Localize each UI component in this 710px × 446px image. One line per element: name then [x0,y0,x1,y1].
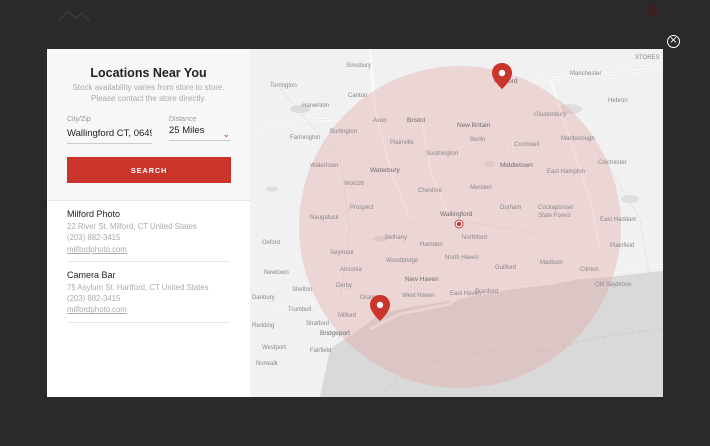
map-label: Burlington [330,129,357,135]
map-label: Glastonbury [534,112,566,118]
distance-label: Distance [169,116,197,123]
map-label: North Haven [445,255,479,261]
store-name[interactable]: Milford Photo [67,209,230,219]
map-label: State Forest [538,213,571,219]
map-label: Naugatuck [310,215,340,221]
distance-select[interactable]: Distance 25 Miles ⌄ [169,116,230,144]
map-label: Bridgeport [320,330,350,337]
map-label: Colchester [598,160,627,166]
map-label: Danbury [252,295,275,301]
map-label: Harwinton [302,103,329,109]
map-label: Bethany [385,235,407,241]
map-label: Westport [262,345,286,351]
map-label: Watertown [310,163,338,169]
map-label: Norwalk [256,361,279,367]
modal-title: Locations Near You [90,66,207,80]
map-label: Branford [475,289,498,295]
map-label: Canton [348,93,367,99]
close-icon[interactable]: × [667,35,680,48]
map-label: Madison [540,260,563,266]
store-phone: (203) 882-3415 [67,294,121,304]
map-label: Fairfield [310,348,331,354]
store-locator-modal: Locations Near You Stock availability va… [47,49,663,397]
current-location-marker [454,219,464,229]
cart-icon [646,5,658,17]
store-website-link[interactable]: milfordphoto.com [67,304,230,315]
map-label: Berlin [470,137,485,143]
map-label: Plainfield [610,243,634,249]
map-label: Hamden [420,242,443,248]
map-label: STORES [635,55,660,61]
search-button[interactable]: SEARCH [67,157,231,183]
map-label: Clinton [580,267,599,273]
list-item[interactable]: Camera Bar 75 Asylum St. Hartford, CT Un… [67,262,230,323]
results-list: Milford Photo 22 River St. Milford, CT U… [47,201,250,323]
map-label: New Britain [457,122,491,129]
map-label: Avon [373,118,387,124]
distance-value[interactable]: 25 Miles [169,123,230,141]
map-label: Waterbury [370,167,400,174]
list-item[interactable]: Milford Photo 22 River St. Milford, CT U… [67,201,230,262]
map-label: Woodbridge [386,258,419,264]
city-input[interactable] [67,126,152,144]
logo-icon [57,9,91,23]
map-label: Middletown [500,162,533,169]
store-phone: (203) 882-3415 [67,233,121,243]
chevron-down-icon[interactable]: ⌄ [222,130,230,140]
modal-subtitle-line2: Please contact the store directly. [90,93,207,103]
map-label: Shelton [292,287,312,293]
map-label: New Haven [405,276,439,283]
map-label: Cromwell [514,142,539,148]
background-nav [0,0,710,30]
map-label: West Haven [402,293,435,299]
store-name[interactable]: Camera Bar [67,270,230,280]
map-label: Stratford [306,321,329,327]
search-form: Locations Near You Stock availability va… [47,49,250,201]
map-label: Wallingford [440,211,473,218]
map-label: Ansonia [340,267,362,273]
map-label: Cockaponset [538,205,573,211]
map-label: Newtown [264,270,289,276]
map-label: Plainville [390,140,414,146]
map-label: Seymour [330,250,354,256]
map-label: Durham [500,205,521,211]
map-label: Old Saybrook [595,282,632,288]
map-label: Wolcott [344,181,364,187]
map-label: Derby [336,283,352,289]
map-view[interactable]: Simsbury Torrington Harwinton Canton Avo… [250,49,663,397]
map-canvas[interactable]: Simsbury Torrington Harwinton Canton Avo… [250,49,663,397]
store-website-link[interactable]: milfordphoto.com [67,244,230,255]
map-label: Cheshire [418,188,443,194]
map-label: Oxford [262,240,280,246]
map-label: Guilford [495,265,516,271]
map-label: Bristol [407,117,426,124]
map-label: Southington [426,151,458,157]
map-label: Marlborough [561,136,595,142]
store-address: 75 Asylum St. Hartford, CT United States [67,282,209,292]
map-label: Hebron [608,98,628,104]
search-panel: Locations Near You Stock availability va… [47,49,250,397]
map-label: Manchester [570,71,601,77]
map-label: Milford [338,313,356,319]
map-label: Redding [252,323,274,329]
store-address: 22 River St. Milford, CT United States [67,222,197,231]
map-label: East Hampton [547,169,585,175]
city-label: City/Zip [67,116,91,123]
map-label: Prospect [350,205,374,211]
modal-subtitle-line1: Stock availability varies from store to … [72,83,225,92]
map-label: Northford [462,235,487,241]
map-label: Torrington [270,83,297,89]
map-label: Trumbull [288,307,311,313]
map-label: Meriden [470,185,492,191]
map-label: East Haddam [600,217,636,223]
map-label: Simsbury [346,63,371,69]
map-label: Farmington [290,135,320,141]
